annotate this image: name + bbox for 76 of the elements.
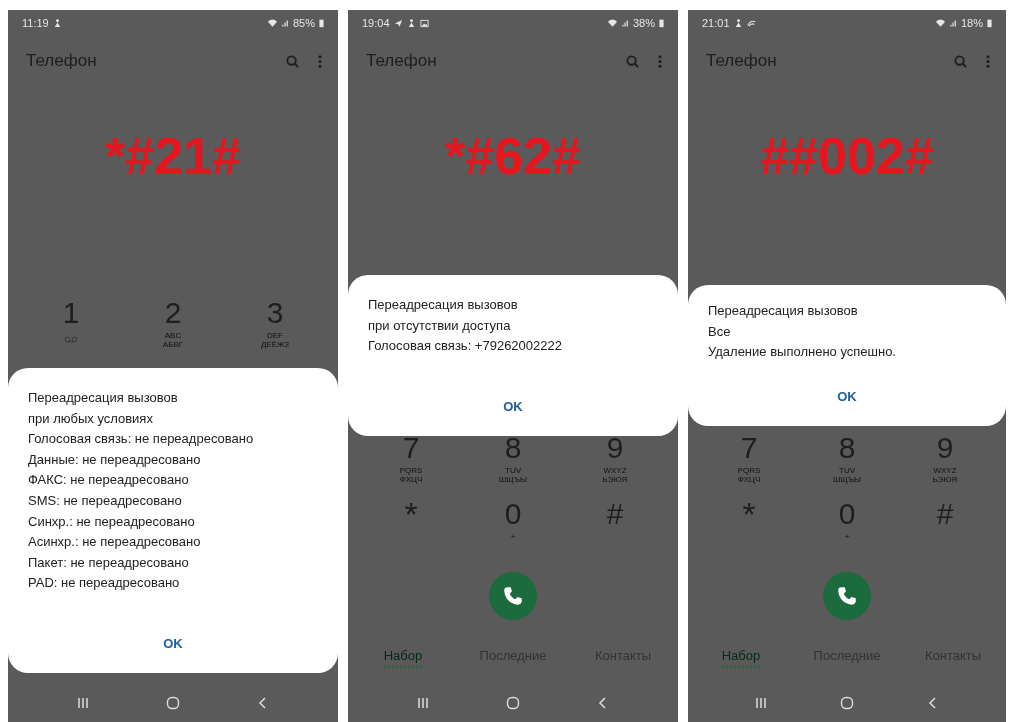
- recent-apps-icon[interactable]: [416, 696, 430, 710]
- call-button[interactable]: [489, 572, 537, 620]
- figure-icon: [52, 18, 62, 28]
- more-options-icon[interactable]: [986, 53, 990, 69]
- more-options-icon[interactable]: [318, 53, 322, 69]
- battery-icon: [987, 18, 992, 28]
- dialog-text: Голосовая связь: +79262002222: [368, 337, 563, 356]
- dialog-text: Переадресация вызовов: [368, 296, 519, 314]
- dial-key[interactable]: *: [360, 496, 462, 562]
- dial-key[interactable]: 1: [20, 295, 122, 361]
- dial-key[interactable]: 0 +: [798, 496, 896, 562]
- wifi-icon: [266, 18, 278, 28]
- battery-percentage: 18%: [960, 17, 983, 29]
- voicemail-icon: [64, 336, 78, 343]
- battery-percentage: 85%: [292, 17, 315, 29]
- dial-key[interactable]: 0 +: [462, 496, 564, 562]
- dial-key[interactable]: 8 TUV ШЩЪЫ: [798, 430, 896, 496]
- app-title: Телефон: [26, 51, 98, 71]
- dial-key[interactable]: 7 PQRS ФХЦЧ: [700, 430, 798, 496]
- dialog-text: Голосовая связь: не переадресовано: [28, 430, 255, 449]
- send-icon: [393, 18, 403, 28]
- dial-key[interactable]: 2 ABC АБВГ: [122, 295, 224, 361]
- battery-icon: [319, 18, 324, 28]
- home-icon[interactable]: [506, 696, 520, 710]
- home-icon[interactable]: [840, 696, 854, 710]
- figure-icon: [406, 18, 416, 28]
- ok-button[interactable]: OK: [827, 384, 867, 408]
- bottom-tab[interactable]: Набор: [721, 648, 761, 668]
- swirl-icon: [746, 18, 756, 28]
- dial-key[interactable]: 9 WXYZ ЬЭЮЯ: [896, 430, 994, 496]
- wifi-icon: [934, 18, 946, 28]
- ussd-code: ##002#: [760, 126, 934, 186]
- home-icon[interactable]: [166, 696, 180, 710]
- signal-icon: [621, 18, 629, 28]
- handset-icon: [502, 585, 524, 607]
- battery-percentage: 38%: [632, 17, 655, 29]
- search-icon[interactable]: [285, 53, 300, 69]
- more-options-icon[interactable]: [658, 53, 662, 69]
- app-title: Телефон: [706, 51, 778, 71]
- dialog-text: Синхр.: не переадресовано: [28, 512, 196, 531]
- dial-key[interactable]: #: [896, 496, 994, 562]
- dialog-text: Пакет: не переадресовано: [28, 553, 190, 572]
- ussd-code: *#21#: [105, 126, 241, 186]
- figure-icon: [733, 18, 743, 28]
- dialog-text: Все: [708, 322, 732, 341]
- dialog-text: SMS: не переадресовано: [28, 491, 183, 510]
- dialog-text: Данные: не переадресовано: [28, 450, 202, 469]
- dialog-text: при любых условиях: [28, 409, 154, 428]
- dialog-text: Удаление выполнено успешно.: [708, 343, 897, 362]
- app-title: Телефон: [366, 51, 438, 71]
- ok-button[interactable]: OK: [153, 631, 193, 655]
- status-time: 11:19: [22, 17, 49, 29]
- battery-icon: [659, 18, 664, 28]
- wifi-icon: [606, 18, 618, 28]
- bottom-tab[interactable]: Набор: [383, 648, 423, 668]
- search-icon[interactable]: [953, 53, 968, 69]
- search-icon[interactable]: [625, 53, 640, 69]
- handset-icon: [836, 585, 858, 607]
- status-time: 21:01: [702, 17, 730, 29]
- dial-key[interactable]: *: [700, 496, 798, 562]
- dial-key[interactable]: #: [564, 496, 666, 562]
- dialog-text: при отсутствии доступа: [368, 316, 512, 335]
- signal-icon: [281, 18, 289, 28]
- dialog-text: ФАКС: не переадресовано: [28, 471, 190, 490]
- ussd-code: *#62#: [445, 126, 581, 186]
- image-icon: [419, 18, 429, 28]
- dialog-text: Переадресация вызовов: [708, 302, 859, 320]
- ok-button[interactable]: OK: [493, 394, 533, 418]
- dialog-text: Переадресация вызовов: [28, 389, 179, 407]
- status-time: 19:04: [362, 17, 390, 29]
- recent-apps-icon[interactable]: [754, 696, 768, 710]
- dialog-text: PAD: не переадресовано: [28, 574, 181, 593]
- dialog-text: Асинхр.: не переадресовано: [28, 533, 202, 552]
- signal-icon: [949, 18, 957, 28]
- call-button[interactable]: [823, 572, 871, 620]
- recent-apps-icon[interactable]: [76, 696, 90, 710]
